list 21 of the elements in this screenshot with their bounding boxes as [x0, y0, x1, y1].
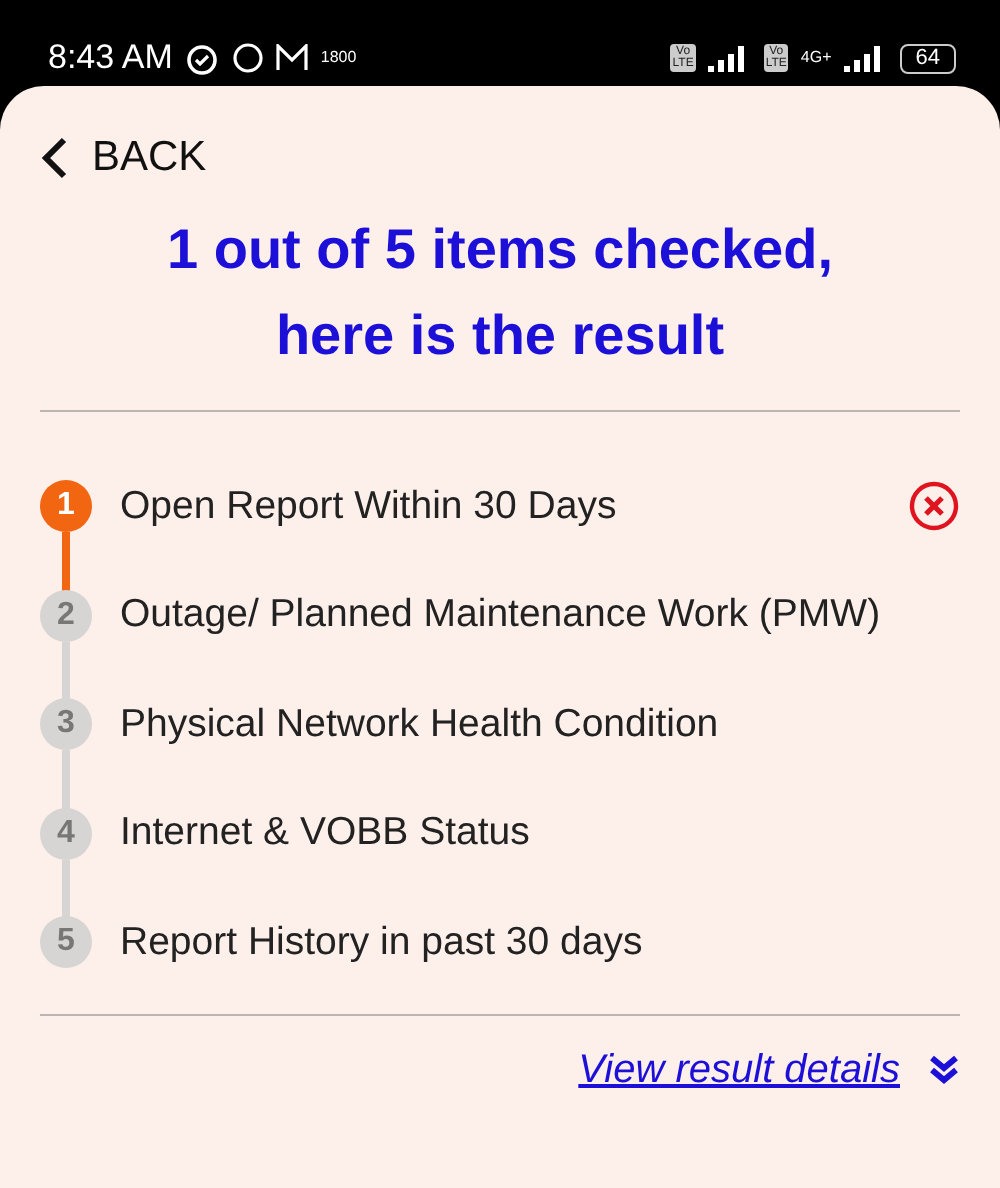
step-label: Physical Network Health Condition — [120, 701, 719, 748]
result-title: 1 out of 5 items checked, here is the result — [165, 216, 835, 370]
step-number: 2 — [40, 589, 92, 642]
step-label: Outage/ Planned Maintenance Work (PMW) — [120, 592, 881, 639]
hotspot-band-label: 1800 — [320, 50, 357, 66]
mail-icon — [276, 44, 309, 72]
step-label: Internet & VOBB Status — [120, 810, 530, 857]
view-details-link[interactable]: View result details — [578, 1047, 900, 1093]
battery-level: 64 — [899, 43, 956, 73]
step-number: 3 — [40, 698, 92, 751]
back-chevron-icon[interactable] — [40, 136, 68, 180]
network-type: 4G+ — [800, 50, 832, 66]
status-time: 8:43 AM — [48, 38, 173, 78]
step-number: 5 — [40, 916, 92, 969]
back-button[interactable]: BACK — [40, 134, 207, 182]
chevron-icon[interactable] — [928, 1054, 960, 1086]
step-label: Open Report Within 30 Days — [120, 483, 617, 530]
step-number: 4 — [40, 807, 92, 860]
step-number: 1 — [40, 480, 92, 533]
error-icon — [908, 480, 960, 533]
step-label: Report History in past 30 days — [120, 919, 643, 966]
